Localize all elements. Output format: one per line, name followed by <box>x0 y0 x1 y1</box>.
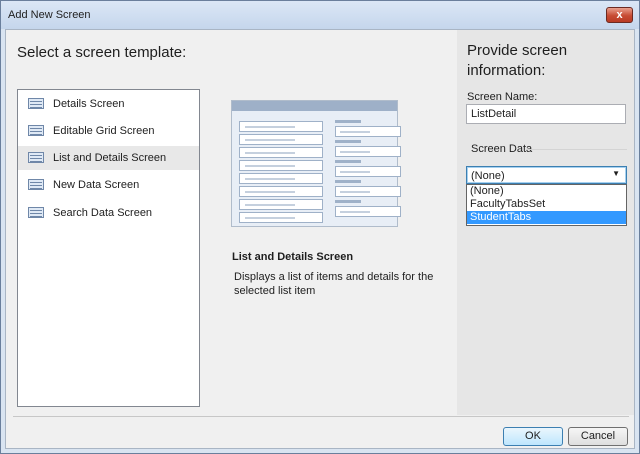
screen-template-icon <box>28 179 44 190</box>
template-item-label: Search Data Screen <box>53 207 153 219</box>
preview-field-box <box>335 206 401 217</box>
template-heading: Select a screen template: <box>17 44 187 61</box>
preview-field-label <box>335 140 361 143</box>
template-item-label: List and Details Screen <box>53 152 167 164</box>
template-description-text: Displays a list of items and details for… <box>234 271 434 297</box>
template-item-details[interactable]: Details Screen <box>18 92 199 116</box>
screen-name-label: Screen Name: <box>467 91 538 103</box>
preview-field-box <box>335 146 401 157</box>
preview-field-box <box>335 166 401 177</box>
preview-list-row <box>239 173 323 184</box>
preview-field-label <box>335 200 361 203</box>
screen-name-input[interactable]: ListDetail <box>466 104 626 124</box>
preview-list-row <box>239 186 323 197</box>
preview-list-row <box>239 212 323 223</box>
dropdown-option-facultytabsset[interactable]: FacultyTabsSet <box>467 198 626 211</box>
dropdown-option-studenttabs[interactable]: StudentTabs <box>467 211 626 224</box>
preview-field-box <box>335 126 401 137</box>
preview-field-label <box>335 180 361 183</box>
ok-button[interactable]: OK <box>503 427 563 446</box>
chevron-down-icon[interactable]: ▼ <box>612 169 620 178</box>
template-item-editable-grid[interactable]: Editable Grid Screen <box>18 119 199 143</box>
template-item-label: Editable Grid Screen <box>53 125 155 137</box>
preview-field-label <box>335 120 361 123</box>
template-item-label: New Data Screen <box>53 179 140 191</box>
preview-list-row <box>239 147 323 158</box>
preview-field-label <box>335 160 361 163</box>
title-bar: Add New Screen x <box>1 1 639 29</box>
screen-info-heading-line2: information: <box>467 62 546 79</box>
preview-list-row <box>239 121 323 132</box>
template-item-search-data[interactable]: Search Data Screen <box>18 201 199 225</box>
cancel-button[interactable]: Cancel <box>568 427 628 446</box>
close-button[interactable]: x <box>606 7 633 23</box>
window-title: Add New Screen <box>8 9 91 21</box>
template-item-list-and-details[interactable]: List and Details Screen <box>18 146 199 170</box>
dropdown-option-none[interactable]: (None) <box>467 185 626 198</box>
template-item-new-data[interactable]: New Data Screen <box>18 173 199 197</box>
preview-title-bar <box>232 101 397 111</box>
screen-data-group-divider <box>526 149 627 150</box>
preview-field-box <box>335 186 401 197</box>
screen-template-icon <box>28 207 44 218</box>
close-icon: x <box>616 9 623 21</box>
template-item-label: Details Screen <box>53 98 125 110</box>
add-new-screen-dialog: Add New Screen x Select a screen templat… <box>0 0 640 454</box>
preview-list-row <box>239 134 323 145</box>
screen-template-icon <box>28 125 44 136</box>
template-list[interactable]: Details Screen Editable Grid Screen List… <box>17 89 200 407</box>
screen-data-dropdown-list: (None) FacultyTabsSet StudentTabs <box>466 184 627 226</box>
screen-info-heading-line1: Provide screen <box>467 42 568 59</box>
screen-data-group-label: Screen Data <box>471 143 533 155</box>
preview-list-row <box>239 199 323 210</box>
screen-data-combobox[interactable]: (None) ▼ <box>466 166 627 184</box>
screen-template-icon <box>28 98 44 109</box>
dialog-client-area: Select a screen template: Details Screen… <box>5 29 635 449</box>
preview-list-row <box>239 160 323 171</box>
screen-data-selected-value: (None) <box>471 170 505 182</box>
screen-template-icon <box>28 152 44 163</box>
footer-divider <box>13 416 629 417</box>
template-preview-image <box>231 100 401 227</box>
template-description-title: List and Details Screen <box>232 251 354 263</box>
